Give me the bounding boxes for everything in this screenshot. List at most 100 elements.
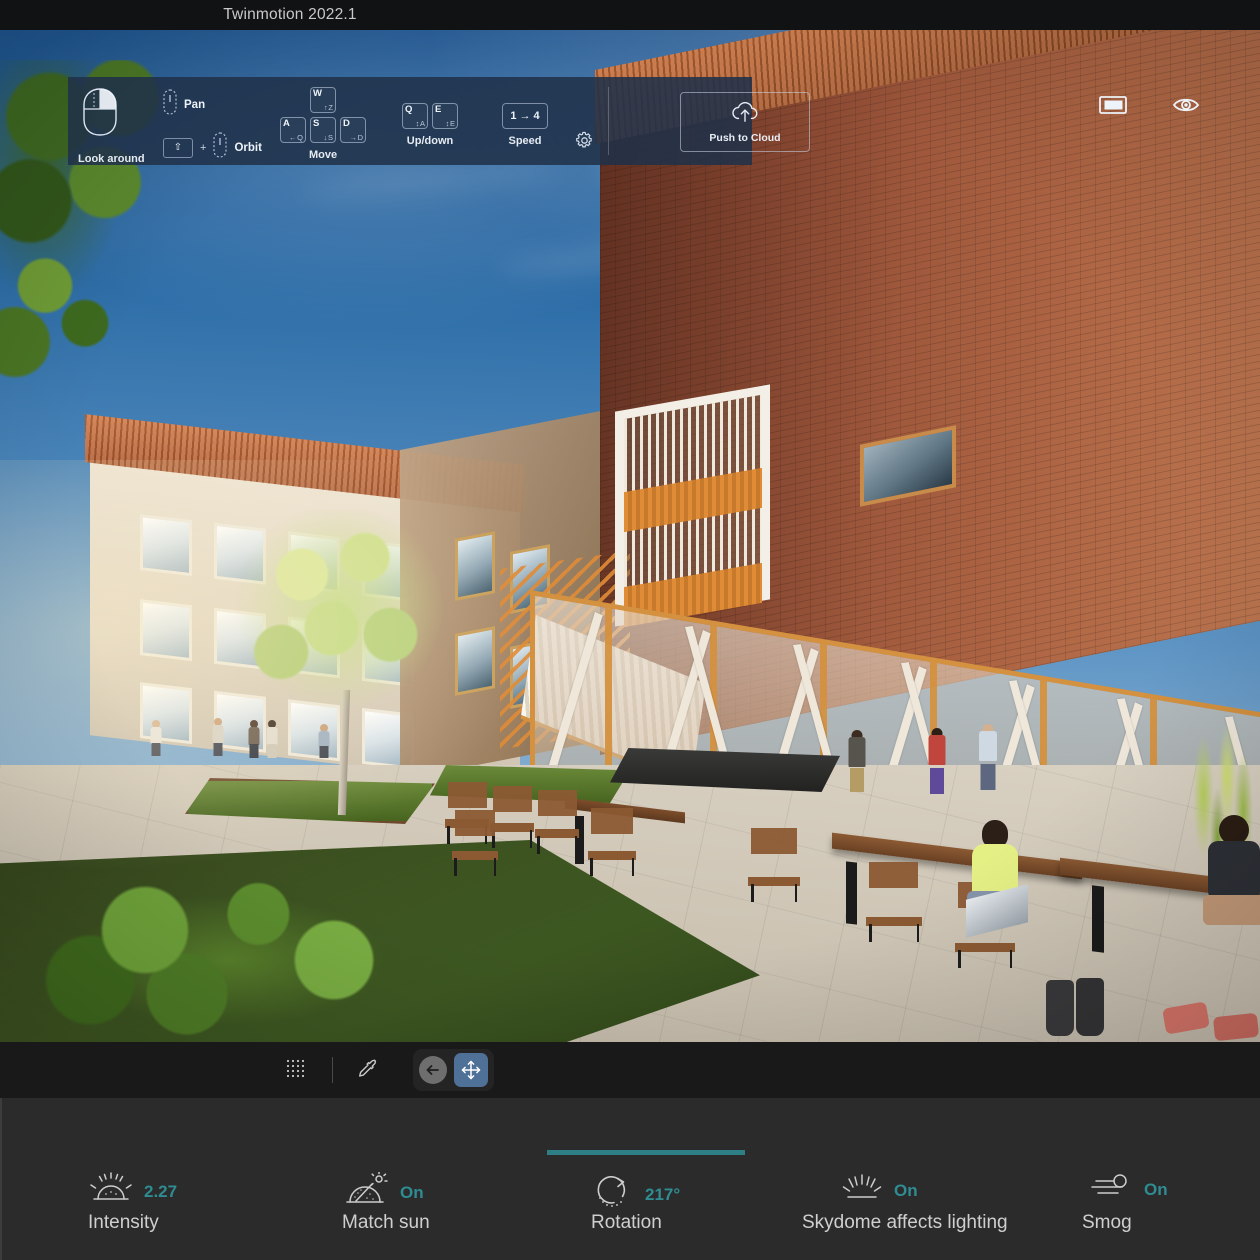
window	[455, 626, 495, 696]
property-rotation[interactable]: 217° Rotation	[547, 1150, 777, 1260]
property-row: On	[1088, 1172, 1168, 1207]
updown-key-row: Q ↕ A E ↕ E	[402, 103, 458, 129]
property-label: Rotation	[591, 1212, 662, 1233]
mouse-middle-button-icon	[163, 89, 177, 120]
sandal	[1212, 1012, 1260, 1042]
chair	[452, 810, 498, 876]
move-gizmo-icon[interactable]	[454, 1053, 488, 1087]
mouse-middle-button-icon	[213, 132, 228, 163]
pan-label: Pan	[184, 98, 206, 111]
viewport-overlay-icons	[1099, 95, 1200, 120]
key-alt: ↓ S	[323, 132, 333, 142]
look-around-label: Look around	[78, 153, 145, 165]
person	[248, 720, 260, 758]
title-bar: Twinmotion 2022.1	[0, 0, 1260, 30]
move-control: W ↑ Z A ← Q S ↓ S D → D Move	[280, 87, 366, 161]
property-row: 2.27	[88, 1172, 177, 1211]
toolbar-tools	[280, 1049, 494, 1091]
speed-label: Speed	[508, 135, 542, 147]
person	[848, 730, 866, 792]
pan-control: Pan	[163, 89, 262, 120]
property-value: On	[400, 1182, 424, 1202]
property-skydome-affects-lighting[interactable]: On Skydome affects lighting	[802, 1150, 1092, 1260]
dot-grid-icon[interactable]	[280, 1053, 314, 1087]
shift-key: ⇧	[163, 137, 193, 158]
cloud-upload-icon	[730, 100, 760, 129]
key-e: E ↕ E	[432, 103, 458, 129]
eyedropper-icon[interactable]	[351, 1053, 385, 1087]
boot	[1046, 980, 1074, 1036]
property-label: Skydome affects lighting	[802, 1212, 1008, 1233]
property-value: 2.27	[144, 1181, 178, 1201]
person	[212, 718, 224, 756]
chair	[866, 862, 922, 942]
key-w: W ↑ Z	[310, 87, 336, 113]
key-alt: ↕ A	[415, 118, 425, 128]
property-row: On	[342, 1171, 424, 1213]
panel-divider	[608, 87, 609, 155]
property-value: 217°	[645, 1184, 681, 1204]
twinmotion-window: Twinmotion 2022.1 Look around Pan ⇧ + Or…	[0, 0, 1260, 1260]
key-primary: A	[283, 118, 290, 129]
bottom-toolbar	[0, 1042, 1260, 1098]
person	[928, 728, 946, 794]
key-primary: E	[435, 104, 442, 115]
plus-symbol: +	[200, 141, 207, 154]
navigation-controls-group: Look around Pan ⇧ + Orbit W ↑ Z A ← Q S …	[68, 77, 608, 165]
key-q: Q ↕ A	[402, 103, 428, 129]
gear-icon[interactable]	[575, 131, 594, 155]
key-alt: ← Q	[289, 132, 303, 142]
person	[318, 724, 329, 758]
property-label: Intensity	[88, 1212, 159, 1233]
tree-courtyard	[235, 510, 445, 725]
key-primary: W	[313, 88, 322, 99]
key-alt: → D	[349, 132, 363, 142]
shrub-foreground	[40, 870, 460, 1042]
pan-orbit-group: Pan ⇧ + Orbit	[163, 89, 262, 163]
property-value: On	[1144, 1179, 1168, 1199]
property-row: On	[840, 1172, 918, 1209]
person-seated-right	[1203, 815, 1260, 925]
chair	[588, 808, 636, 876]
viewport-3d-render[interactable]: Look around Pan ⇧ + Orbit W ↑ Z A ← Q S …	[0, 30, 1260, 1042]
property-label: Match sun	[342, 1212, 430, 1233]
match-sun-icon	[342, 1171, 390, 1213]
key-primary: S	[313, 118, 320, 129]
skydome-properties-panel: 2.27 Intensity On Match sun 217° Rotatio…	[0, 1098, 1260, 1260]
mouse-right-button-icon	[80, 85, 120, 144]
speed-control[interactable]: 1 → 4 Speed	[502, 103, 548, 147]
property-smog[interactable]: On Smog	[1082, 1150, 1260, 1260]
property-row: 217°	[591, 1172, 680, 1217]
smog-icon	[1088, 1172, 1134, 1207]
navigation-help-panel: Look around Pan ⇧ + Orbit W ↑ Z A ← Q S …	[68, 77, 810, 165]
back-arrow-icon[interactable]	[419, 1056, 447, 1084]
push-to-cloud-label: Push to Cloud	[709, 132, 781, 144]
key-s: S ↓ S	[310, 117, 336, 143]
chair	[748, 828, 800, 902]
look-around-control: Look around	[78, 85, 145, 165]
rotation-slider[interactable]	[547, 1150, 745, 1155]
person	[150, 720, 162, 756]
transform-tool-group	[413, 1049, 494, 1091]
rotation-icon	[591, 1172, 635, 1217]
key-a: A ← Q	[280, 117, 306, 143]
speed-value[interactable]: 1 → 4	[502, 103, 548, 129]
key-d: D → D	[340, 117, 366, 143]
app-title: Twinmotion 2022.1	[223, 6, 357, 23]
bench-leg	[846, 861, 857, 925]
move-label: Move	[308, 149, 338, 161]
updown-control: Q ↕ A E ↕ E Up/down	[402, 103, 458, 147]
orbit-control: ⇧ + Orbit	[163, 132, 262, 163]
property-value: On	[894, 1180, 918, 1200]
push-to-cloud-button[interactable]: Push to Cloud	[680, 92, 810, 152]
window	[455, 531, 495, 601]
key-primary: D	[343, 118, 350, 129]
updown-label: Up/down	[406, 135, 454, 147]
orbit-label: Orbit	[234, 141, 262, 154]
property-intensity[interactable]: 2.27 Intensity	[88, 1150, 318, 1260]
panel-layout-icon[interactable]	[1099, 95, 1127, 120]
property-label: Smog	[1082, 1212, 1132, 1233]
eye-icon[interactable]	[1172, 95, 1200, 120]
bench-leg	[1092, 885, 1104, 953]
property-match-sun[interactable]: On Match sun	[342, 1150, 572, 1260]
